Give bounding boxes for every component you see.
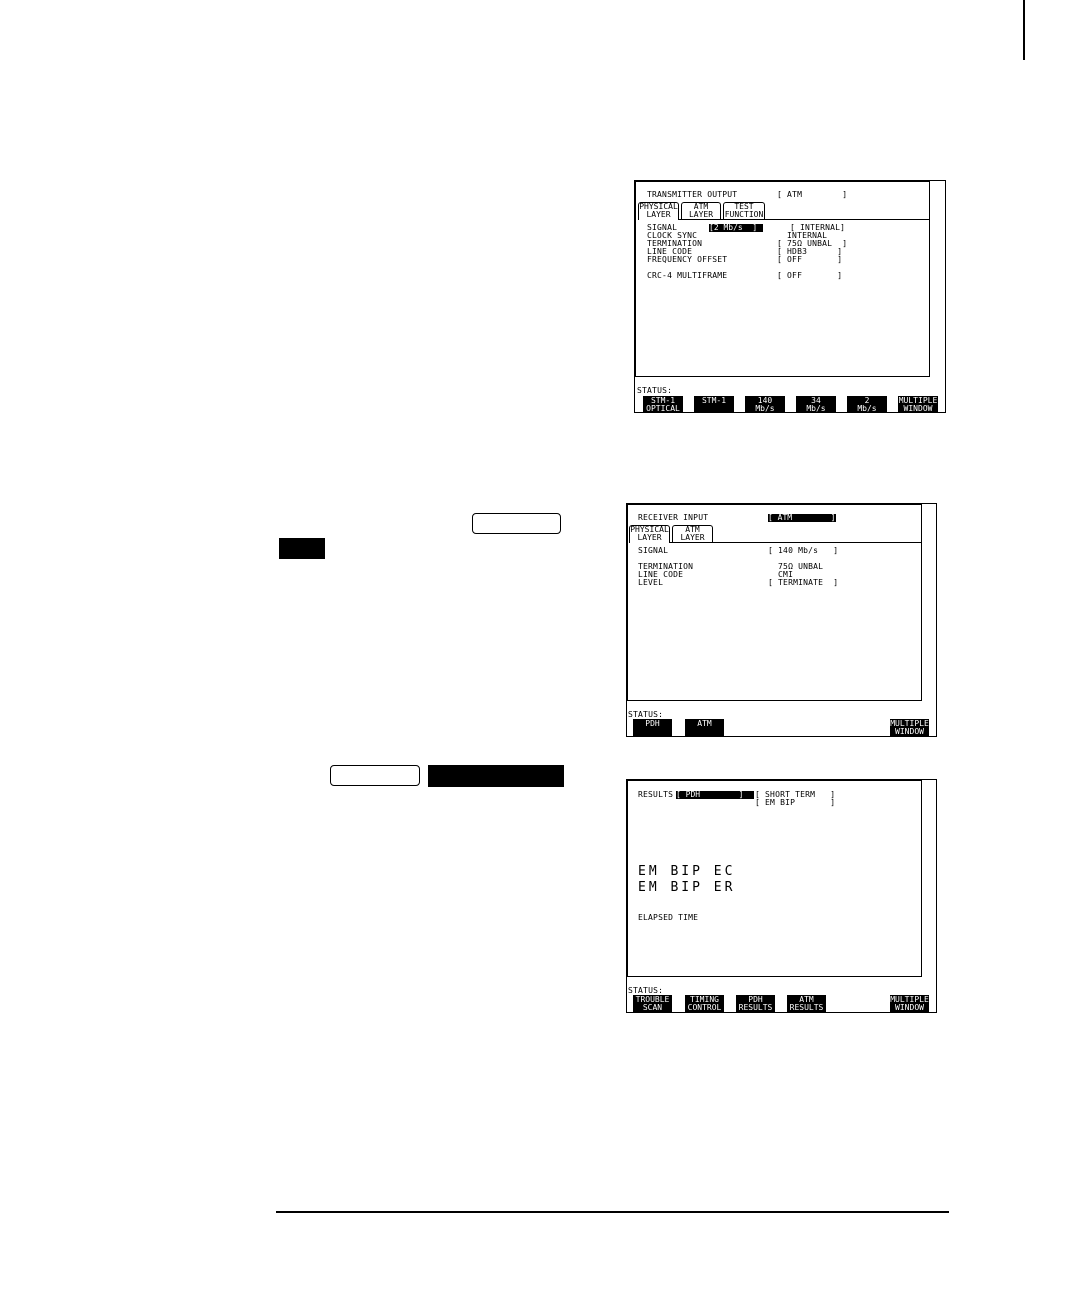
softkey-stm1-optical[interactable]: STM-1 OPTICAL bbox=[643, 396, 683, 413]
tab-atm-layer[interactable]: ATM LAYER bbox=[672, 525, 713, 542]
tab-test-function[interactable]: TEST FUNCTION bbox=[723, 202, 765, 219]
tab-label: LAYER bbox=[688, 210, 714, 219]
rx-title-value[interactable]: [ ATM ] bbox=[768, 514, 836, 522]
softkey-stm1[interactable]: STM-1 bbox=[694, 396, 734, 413]
tx-crc4-label: CRC-4 MULTIFRAME bbox=[647, 271, 728, 280]
rx-status-label: STATUS: bbox=[628, 710, 664, 719]
em-bip-ec-row: EM BIP EC bbox=[638, 864, 736, 879]
rx-level-label: LEVEL bbox=[638, 578, 664, 587]
instrument-softkey-black[interactable] bbox=[279, 538, 325, 559]
softkey-label: OPTICAL bbox=[646, 404, 680, 413]
softkey-label: PDH bbox=[645, 719, 660, 728]
page-margin-rule bbox=[1023, 0, 1025, 60]
softkey-label: CONTROL bbox=[687, 1003, 722, 1012]
tab-label: LAYER bbox=[646, 210, 671, 219]
softkey-label: STM-1 bbox=[701, 396, 727, 405]
softkey-label: SCAN bbox=[642, 1003, 663, 1012]
results-status-label: STATUS: bbox=[628, 986, 664, 995]
softkey-multiple-window[interactable]: MULTIPLE WINDOW bbox=[890, 719, 929, 736]
instrument-key-outline-2[interactable] bbox=[330, 765, 420, 786]
rx-signal-value[interactable]: [ 140 Mb/s ] bbox=[768, 547, 838, 555]
tx-frequency-offset-label: FREQUENCY OFFSET bbox=[647, 255, 728, 264]
softkey-timing-control[interactable]: TIMING CONTROL bbox=[685, 995, 724, 1012]
elapsed-time-label: ELAPSED TIME bbox=[638, 913, 699, 922]
receiver-input-screen: RECEIVER INPUT [ ATM ] PHYSICAL LAYER AT… bbox=[626, 503, 937, 737]
tab-baseline bbox=[679, 219, 930, 220]
tx-crc4-value[interactable]: [ OFF ] bbox=[777, 272, 842, 280]
tx-status-label: STATUS: bbox=[637, 386, 673, 395]
transmitter-output-screen: TRANSMITTER OUTPUT [ ATM ] PHYSICAL LAYE… bbox=[634, 180, 946, 413]
instrument-key-outline[interactable] bbox=[472, 513, 561, 534]
softkey-140mbs[interactable]: 140 Mb/s bbox=[745, 396, 785, 413]
softkey-multiple-window[interactable]: MULTIPLE WINDOW bbox=[898, 396, 938, 413]
tx-title-value[interactable]: [ ATM ] bbox=[777, 191, 847, 199]
softkey-trouble-scan[interactable]: TROUBLE SCAN bbox=[633, 995, 672, 1012]
tab-label: FUNCTION bbox=[724, 210, 764, 219]
results-label: RESULTS bbox=[638, 790, 674, 799]
softkey-label: WINDOW bbox=[895, 727, 924, 736]
tab-physical-layer[interactable]: PHYSICAL LAYER bbox=[629, 525, 670, 543]
tab-atm-layer[interactable]: ATM LAYER bbox=[681, 202, 721, 219]
tab-baseline bbox=[670, 542, 922, 543]
tx-frequency-offset-value[interactable]: [ OFF ] bbox=[777, 256, 842, 264]
tab-label: LAYER bbox=[680, 533, 705, 542]
rx-title-label: RECEIVER INPUT bbox=[638, 513, 709, 522]
footer-rule bbox=[276, 1211, 949, 1213]
tx-signal-selected[interactable]: [2 Mb/s ] bbox=[709, 224, 763, 232]
softkey-atm-results[interactable]: ATM RESULTS bbox=[787, 995, 826, 1012]
em-bip-er-row: EM BIP ER bbox=[638, 880, 736, 895]
softkey-label: ATM bbox=[697, 719, 712, 728]
softkey-label: Mb/s bbox=[857, 404, 877, 413]
softkey-label: RESULTS bbox=[789, 1003, 824, 1012]
tab-physical-layer[interactable]: PHYSICAL LAYER bbox=[638, 202, 679, 220]
softkey-label: WINDOW bbox=[895, 1003, 924, 1012]
softkey-label: Mb/s bbox=[806, 404, 826, 413]
tx-title-label: TRANSMITTER OUTPUT bbox=[647, 190, 738, 199]
softkey-34mbs[interactable]: 34 Mb/s bbox=[796, 396, 836, 413]
tx-display-edge bbox=[929, 181, 930, 377]
rx-signal-label: SIGNAL bbox=[638, 546, 669, 555]
softkey-atm[interactable]: ATM bbox=[685, 719, 724, 736]
rx-level-value[interactable]: [ TERMINATE ] bbox=[768, 579, 838, 587]
softkey-pdh-results[interactable]: PDH RESULTS bbox=[736, 995, 775, 1012]
softkey-pdh[interactable]: PDH bbox=[633, 719, 672, 736]
softkey-label: Mb/s bbox=[755, 404, 775, 413]
instrument-softkey-black-2[interactable] bbox=[428, 765, 564, 787]
softkey-label: WINDOW bbox=[903, 404, 933, 413]
results-selected[interactable]: [ PDH ] bbox=[676, 791, 754, 799]
softkey-label: RESULTS bbox=[738, 1003, 773, 1012]
tab-label: LAYER bbox=[637, 533, 662, 542]
results-screen: RESULTS [ PDH ] [ SHORT TERM ] [ EM BIP … bbox=[626, 779, 937, 1013]
softkey-2mbs[interactable]: 2 Mb/s bbox=[847, 396, 887, 413]
softkey-multiple-window[interactable]: MULTIPLE WINDOW bbox=[890, 995, 929, 1012]
results-type[interactable]: [ EM BIP ] bbox=[755, 799, 835, 807]
